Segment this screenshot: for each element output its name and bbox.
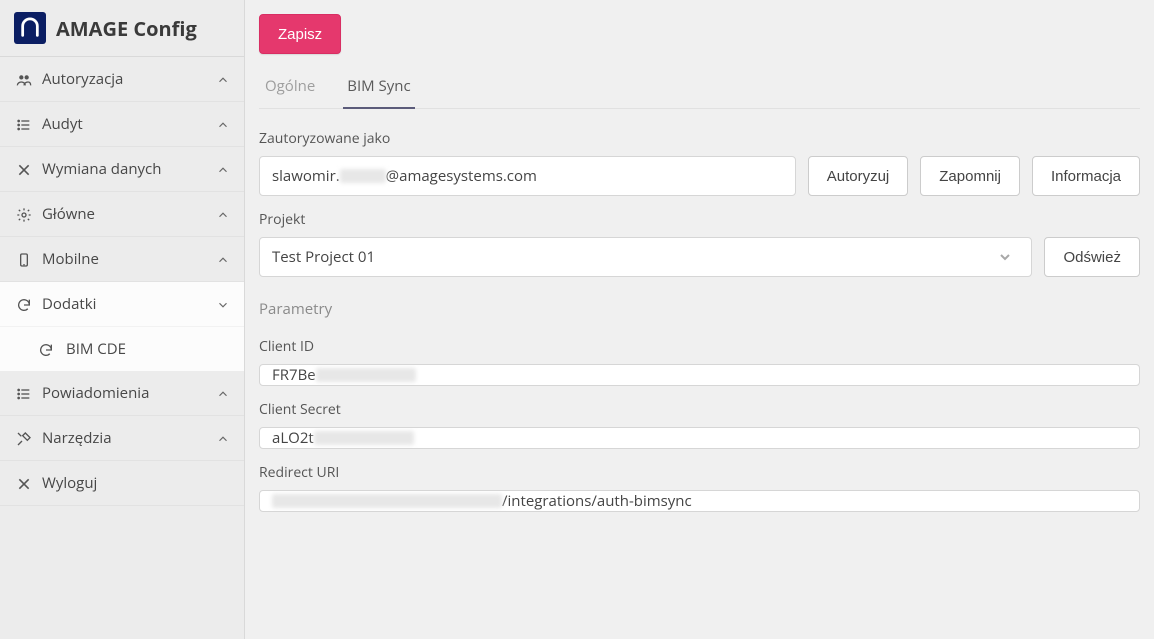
sidebar-subnav-dodatki: BIM CDE xyxy=(0,327,244,371)
authorized-as-value-prefix: slawomir. xyxy=(272,166,340,186)
authorized-as-input[interactable]: slawomir. @amagesystems.com xyxy=(259,156,796,196)
redirect-uri-input[interactable]: /integrations/auth-bimsync xyxy=(259,490,1140,512)
redacted-segment xyxy=(316,368,416,382)
label-authorized-as: Zautoryzowane jako xyxy=(259,129,1140,148)
sidebar-item-glowne[interactable]: Główne xyxy=(0,192,244,237)
tools-icon xyxy=(14,429,34,448)
refresh-icon xyxy=(36,340,56,359)
mobile-icon xyxy=(14,250,34,269)
label-project: Projekt xyxy=(259,210,1140,229)
sidebar-subitem-bim-cde[interactable]: BIM CDE xyxy=(0,327,244,371)
cross-icon xyxy=(14,160,34,179)
chevron-up-icon xyxy=(216,205,230,224)
client-id-value-prefix: FR7Be xyxy=(272,365,316,385)
tab-bimsync[interactable]: BIM Sync xyxy=(343,66,414,108)
sidebar-item-label: Autoryzacja xyxy=(42,69,216,89)
redacted-segment xyxy=(272,494,502,508)
client-id-input[interactable]: FR7Be xyxy=(259,364,1140,386)
brand-title: AMAGE Config xyxy=(56,15,197,42)
chevron-up-icon xyxy=(216,429,230,448)
sidebar-item-mobilne[interactable]: Mobilne xyxy=(0,237,244,282)
gear-icon xyxy=(14,205,34,224)
sidebar-item-audyt[interactable]: Audyt xyxy=(0,102,244,147)
row-project: Test Project 01 Odśwież xyxy=(259,237,1140,277)
project-select[interactable]: Test Project 01 xyxy=(259,237,1032,277)
project-selected-value: Test Project 01 xyxy=(272,247,375,267)
redirect-uri-value-suffix: /integrations/auth-bimsync xyxy=(502,491,692,511)
sidebar-item-narzedzia[interactable]: Narzędzia xyxy=(0,416,244,461)
redacted-segment xyxy=(314,431,414,445)
client-secret-input[interactable]: aLO2t xyxy=(259,427,1140,449)
chevron-up-icon xyxy=(216,250,230,269)
row-authorized-as: slawomir. @amagesystems.com Autoryzuj Zap… xyxy=(259,156,1140,196)
label-client-secret: Client Secret xyxy=(259,400,1140,419)
sidebar-nav: Autoryzacja Audyt Wymiana danych xyxy=(0,57,244,639)
sidebar-item-label: Główne xyxy=(42,204,216,224)
sidebar-item-label: Wymiana danych xyxy=(42,159,216,179)
chevron-up-icon xyxy=(216,115,230,134)
client-secret-value-prefix: aLO2t xyxy=(272,428,314,448)
sidebar-item-wymiana-danych[interactable]: Wymiana danych xyxy=(0,147,244,192)
chevron-up-icon xyxy=(216,160,230,179)
sidebar-item-powiadomienia[interactable]: Powiadomienia xyxy=(0,371,244,416)
sidebar-item-autoryzacja[interactable]: Autoryzacja xyxy=(0,57,244,102)
sidebar-item-label: Dodatki xyxy=(42,294,216,314)
chevron-up-icon xyxy=(216,70,230,89)
sidebar-item-label: Powiadomienia xyxy=(42,383,216,403)
info-button[interactable]: Informacja xyxy=(1032,156,1140,196)
cross-icon xyxy=(14,474,34,493)
refresh-icon xyxy=(14,295,34,314)
forget-button[interactable]: Zapomnij xyxy=(920,156,1020,196)
sidebar-item-label: Audyt xyxy=(42,114,216,134)
sidebar-item-label: Narzędzia xyxy=(42,428,216,448)
redacted-segment xyxy=(340,169,386,183)
heading-parameters: Parametry xyxy=(259,299,1140,319)
main-content: Zapisz Ogólne BIM Sync Zautoryzowane jak… xyxy=(245,0,1154,639)
sidebar: AMAGE Config Autoryzacja Audyt Wy xyxy=(0,0,245,639)
sidebar-item-label: Mobilne xyxy=(42,249,216,269)
label-redirect-uri: Redirect URI xyxy=(259,463,1140,482)
authorize-button[interactable]: Autoryzuj xyxy=(808,156,909,196)
tab-general[interactable]: Ogólne xyxy=(261,66,319,108)
refresh-button[interactable]: Odśwież xyxy=(1044,237,1140,277)
list-icon xyxy=(14,384,34,403)
chevron-up-icon xyxy=(216,384,230,403)
list-icon xyxy=(14,115,34,134)
brand: AMAGE Config xyxy=(0,0,244,57)
sidebar-item-label: Wyloguj xyxy=(42,473,230,493)
authorized-as-value-suffix: @amagesystems.com xyxy=(386,166,537,186)
sidebar-subitem-label: BIM CDE xyxy=(66,339,126,359)
brand-logo-icon xyxy=(14,12,46,44)
chevron-down-icon xyxy=(216,295,230,314)
form-bimsync: Zautoryzowane jako slawomir. @amagesystem… xyxy=(259,123,1140,512)
tabs: Ogólne BIM Sync xyxy=(259,66,1140,109)
users-icon xyxy=(14,70,34,89)
toolbar: Zapisz xyxy=(259,10,1140,66)
label-client-id: Client ID xyxy=(259,337,1140,356)
chevron-down-icon xyxy=(991,243,1019,271)
sidebar-item-dodatki[interactable]: Dodatki xyxy=(0,282,244,327)
save-button[interactable]: Zapisz xyxy=(259,14,341,54)
sidebar-item-wyloguj[interactable]: Wyloguj xyxy=(0,461,244,506)
